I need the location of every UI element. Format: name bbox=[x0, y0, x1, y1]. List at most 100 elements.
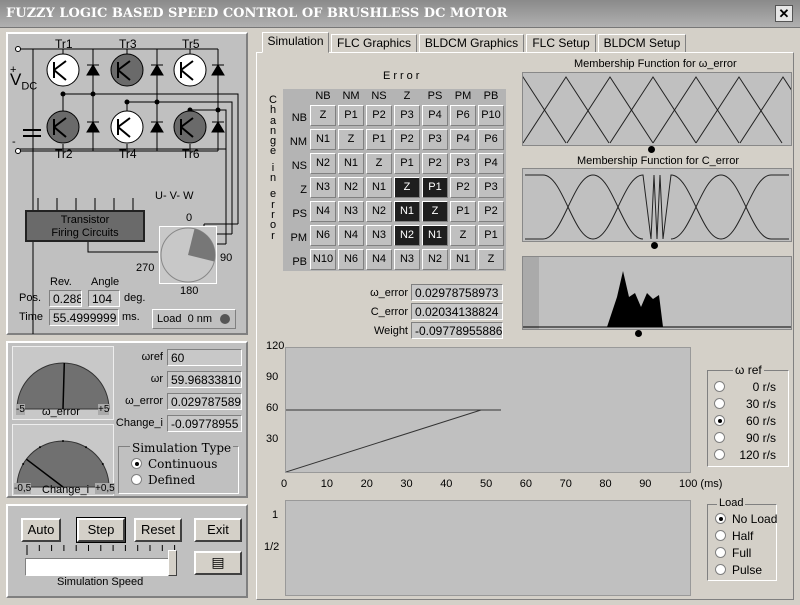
clipboard-icon: ▤ bbox=[211, 554, 225, 570]
rule-row-header: PS bbox=[292, 208, 307, 220]
radio-icon bbox=[715, 513, 726, 524]
rule-cell[interactable]: Z bbox=[338, 129, 364, 150]
angle-field: 104 bbox=[88, 290, 120, 307]
wref-option[interactable]: 60 r/s bbox=[714, 414, 776, 428]
wref-option[interactable]: 90 r/s bbox=[714, 431, 776, 445]
svg-text:Tr3: Tr3 bbox=[119, 37, 137, 51]
rule-cell[interactable]: Z bbox=[450, 225, 476, 246]
rule-cell[interactable]: P3 bbox=[422, 129, 448, 150]
load-option[interactable]: Full bbox=[715, 546, 751, 560]
wref-option[interactable]: 120 r/s bbox=[714, 448, 776, 462]
rule-cell[interactable]: P4 bbox=[450, 129, 476, 150]
rule-cell[interactable]: N3 bbox=[394, 249, 420, 270]
tab-bldcm-graphics[interactable]: BLDCM Graphics bbox=[419, 34, 524, 53]
rule-cell[interactable]: N10 bbox=[310, 249, 336, 270]
rule-cell[interactable]: P4 bbox=[422, 105, 448, 126]
rule-cell[interactable]: P2 bbox=[422, 153, 448, 174]
tab-flc-setup[interactable]: FLC Setup bbox=[526, 34, 596, 53]
exit-button[interactable]: Exit bbox=[194, 518, 242, 542]
rule-cell[interactable]: Z bbox=[422, 201, 448, 222]
speed-series-1 bbox=[285, 409, 501, 473]
rule-col-header: PM bbox=[454, 90, 472, 102]
rule-cell[interactable]: N2 bbox=[422, 249, 448, 270]
reset-button[interactable]: Reset bbox=[134, 518, 182, 542]
simulation-type-title: Simulation Type bbox=[130, 441, 234, 455]
close-button[interactable]: ✕ bbox=[775, 5, 793, 22]
rule-col-header: NS bbox=[371, 90, 387, 102]
diode-icon bbox=[150, 64, 164, 76]
diode-icon bbox=[211, 64, 225, 76]
rule-cell[interactable]: P3 bbox=[478, 177, 504, 198]
svg-text:Tr4: Tr4 bbox=[119, 147, 137, 161]
simulation-speed-slider[interactable] bbox=[25, 558, 175, 576]
rule-col-header: PB bbox=[483, 90, 499, 102]
rule-cell[interactable]: N1 bbox=[310, 129, 336, 150]
rule-cell[interactable]: N4 bbox=[338, 225, 364, 246]
readout-label: ω_error bbox=[125, 395, 163, 407]
rule-cell[interactable]: Z bbox=[394, 177, 420, 198]
membership-error-title: Membership Function for ω_error bbox=[574, 58, 737, 70]
sim-type-continuous[interactable]: Continuous bbox=[131, 457, 217, 471]
rotor-position-display bbox=[159, 226, 217, 284]
step-button[interactable]: Step bbox=[76, 517, 126, 543]
tab-bldcm-setup[interactable]: BLDCM Setup bbox=[598, 34, 686, 53]
rule-cell[interactable]: N2 bbox=[394, 225, 420, 246]
speed-slider-thumb[interactable] bbox=[168, 550, 177, 576]
output-aggregate-plot bbox=[522, 256, 792, 330]
load-option[interactable]: Half bbox=[715, 529, 753, 543]
rule-cell[interactable]: P3 bbox=[450, 153, 476, 174]
rule-cell[interactable]: P1 bbox=[366, 129, 392, 150]
rule-cell[interactable]: N1 bbox=[394, 201, 420, 222]
rule-cell[interactable]: N4 bbox=[310, 201, 336, 222]
rule-cell[interactable]: P2 bbox=[366, 105, 392, 126]
rule-cell[interactable]: N2 bbox=[338, 177, 364, 198]
rule-cell[interactable]: P3 bbox=[394, 105, 420, 126]
tab-simulation[interactable]: Simulation bbox=[262, 32, 329, 53]
speed-xtick: 0 bbox=[281, 478, 288, 490]
wref-option[interactable]: 30 r/s bbox=[714, 397, 776, 411]
radio-icon bbox=[714, 415, 725, 426]
tab-flc-graphics[interactable]: FLC Graphics bbox=[331, 34, 417, 53]
radio-icon bbox=[131, 458, 142, 469]
rule-cell[interactable]: N4 bbox=[366, 249, 392, 270]
option-label: 60 r/s bbox=[745, 414, 776, 428]
rule-cell[interactable]: P1 bbox=[422, 177, 448, 198]
rule-cell[interactable]: P2 bbox=[394, 129, 420, 150]
rule-cell[interactable]: P2 bbox=[478, 201, 504, 222]
rule-cell[interactable]: Z bbox=[310, 105, 336, 126]
load-label: Load bbox=[157, 313, 182, 325]
wref-option[interactable]: 0 r/s bbox=[714, 380, 776, 394]
rule-cell[interactable]: P6 bbox=[450, 105, 476, 126]
rule-cell[interactable]: N1 bbox=[338, 153, 364, 174]
rule-cell[interactable]: P1 bbox=[478, 225, 504, 246]
rule-cell[interactable]: N3 bbox=[366, 225, 392, 246]
rule-cell[interactable]: Z bbox=[366, 153, 392, 174]
load-option[interactable]: Pulse bbox=[715, 563, 762, 577]
fuzzy-field: 0.02978758973 bbox=[411, 284, 503, 301]
rule-cell[interactable]: N2 bbox=[310, 153, 336, 174]
transistor-tr2: Tr2 bbox=[46, 110, 80, 161]
aggregate-area bbox=[607, 271, 663, 327]
rule-cell[interactable]: P1 bbox=[394, 153, 420, 174]
rule-cell[interactable]: Z bbox=[478, 249, 504, 270]
rule-cell[interactable]: N2 bbox=[366, 201, 392, 222]
rule-cell[interactable]: N3 bbox=[310, 177, 336, 198]
rule-cell[interactable]: N6 bbox=[310, 225, 336, 246]
rule-cell[interactable]: P1 bbox=[338, 105, 364, 126]
rule-cell[interactable]: P4 bbox=[478, 153, 504, 174]
rule-cell[interactable]: P1 bbox=[450, 201, 476, 222]
rule-col-header: NM bbox=[342, 90, 360, 102]
rule-cell[interactable]: N1 bbox=[366, 177, 392, 198]
copy-button[interactable]: ▤ bbox=[194, 551, 242, 575]
rule-cell[interactable]: N1 bbox=[422, 225, 448, 246]
rule-cell[interactable]: N6 bbox=[338, 249, 364, 270]
rule-cell[interactable]: N1 bbox=[450, 249, 476, 270]
option-label: Full bbox=[732, 546, 752, 560]
rule-cell[interactable]: P6 bbox=[478, 129, 504, 150]
rule-cell[interactable]: N3 bbox=[338, 201, 364, 222]
rule-cell[interactable]: P2 bbox=[450, 177, 476, 198]
auto-button[interactable]: Auto bbox=[21, 518, 61, 542]
load-option[interactable]: No Load bbox=[715, 512, 777, 526]
sim-type-defined[interactable]: Defined bbox=[131, 473, 195, 487]
rule-cell[interactable]: P10 bbox=[478, 105, 504, 126]
